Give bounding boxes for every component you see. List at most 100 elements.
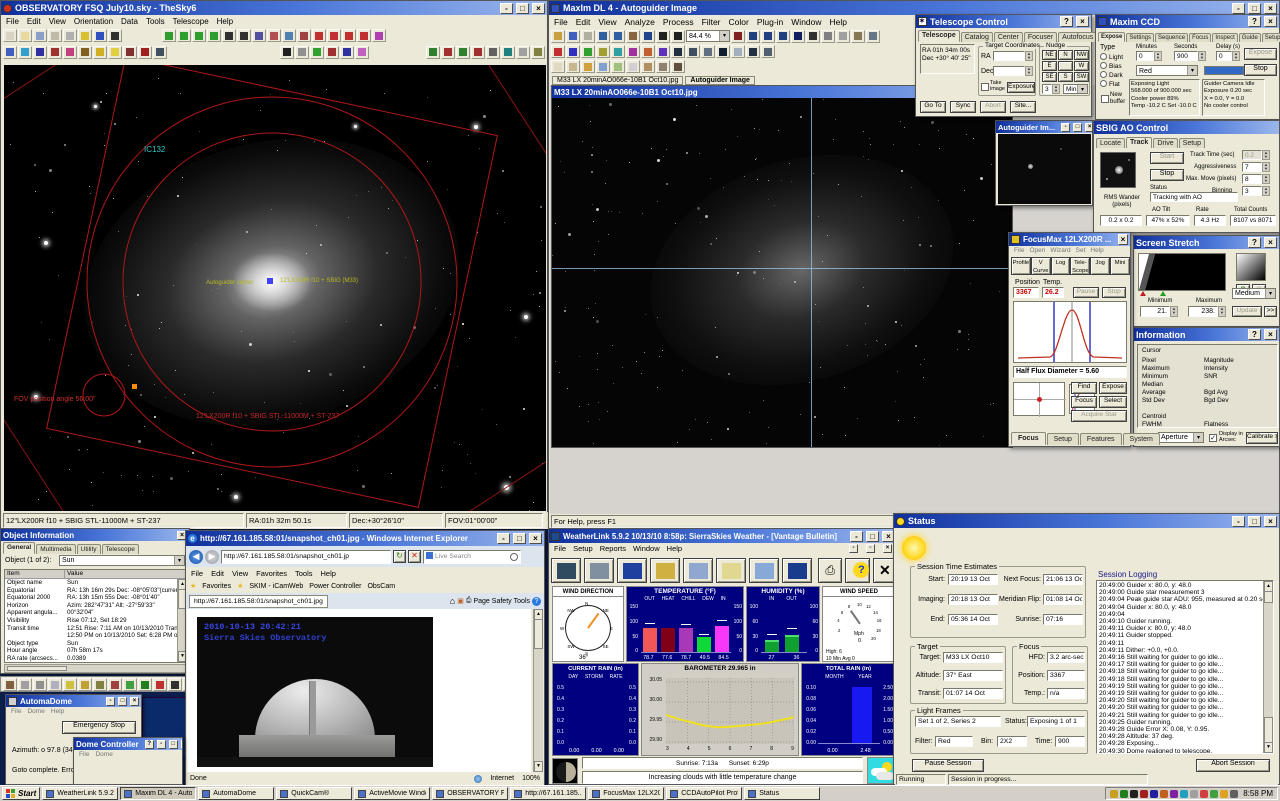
pause-session-button[interactable]: Pause Session <box>912 759 984 772</box>
close-icon[interactable]: × <box>1264 516 1277 527</box>
type-radio[interactable]: Light <box>1100 53 1123 62</box>
toolbar-button[interactable] <box>617 558 647 583</box>
domectrl-titlebar[interactable]: Dome Controller ?-□× <box>74 738 182 750</box>
toolbar-icon[interactable] <box>297 29 311 42</box>
close-icon[interactable]: × <box>1085 123 1092 132</box>
session-log-list[interactable]: 20:49:00 Guider x: 80.0, y: 48.020:49:00… <box>1096 580 1274 754</box>
menu-item[interactable]: View <box>49 17 66 26</box>
menu-item[interactable]: Help <box>321 569 336 578</box>
ra-spinner[interactable]: ▲▼ <box>1025 51 1033 61</box>
nudge-amount[interactable]: 3 <box>1042 84 1052 94</box>
menu-item[interactable]: Wizard <box>1050 247 1070 254</box>
stretch-titlebar[interactable]: Screen Stretch ?× <box>1134 236 1279 249</box>
toolbar-icon[interactable] <box>295 46 309 59</box>
ccd-titlebar[interactable]: Maxim CCD ?× <box>1096 15 1279 28</box>
table-row[interactable]: Transit time 12:51 Rise: 7:11 AM on 10/1… <box>5 625 187 633</box>
object-select[interactable]: Sun <box>59 555 185 566</box>
thesky6-titlebar[interactable]: OBSERVATORY FSQ July10.sky - TheSky6 -□× <box>1 1 547 15</box>
tab[interactable]: System <box>1123 433 1160 445</box>
maximize-icon[interactable]: □ <box>866 531 879 542</box>
toolbar-icon[interactable] <box>641 30 655 43</box>
menu-item[interactable]: File <box>11 708 21 715</box>
menu-item[interactable]: Dome <box>27 708 44 715</box>
toolbar-icon[interactable] <box>18 46 32 59</box>
target-dec-input[interactable] <box>993 66 1025 76</box>
display-arcsec-checkbox[interactable] <box>1209 434 1217 442</box>
address-input[interactable]: http://67.161.185.58:01/snapshot_ch01.jp <box>221 550 391 564</box>
nudge-button[interactable]: NE <box>1042 50 1057 60</box>
min-marker-icon[interactable] <box>1140 291 1146 296</box>
column-value[interactable]: Value <box>65 570 83 578</box>
autoguider-titlebar[interactable]: Autoguider Im... -□× <box>996 121 1092 133</box>
help-icon[interactable]: ? <box>1248 16 1261 27</box>
toolbar-button[interactable] <box>749 558 779 583</box>
toolbar-icon[interactable] <box>641 45 655 58</box>
close-icon[interactable]: × <box>1118 234 1128 245</box>
clock[interactable]: 8:58 PM <box>1240 789 1273 798</box>
maximize-icon[interactable]: □ <box>1248 3 1261 14</box>
search-input[interactable]: Live Search <box>423 550 521 564</box>
aggressiveness-spinner[interactable]: ▲▼ <box>1262 162 1270 172</box>
toolbar-icon[interactable] <box>78 29 92 42</box>
nudge-button[interactable]: N <box>1058 50 1073 60</box>
close-icon[interactable]: × <box>1264 3 1277 14</box>
close-icon[interactable]: × <box>1264 237 1277 248</box>
toolbar-icon[interactable] <box>282 29 296 42</box>
toolbar-icon[interactable] <box>93 678 107 691</box>
menu-item[interactable]: Set <box>1076 247 1086 254</box>
nudge-button[interactable]: W <box>1074 61 1089 71</box>
find-button[interactable]: Find <box>1071 382 1097 394</box>
select-button[interactable]: Select <box>1099 396 1127 408</box>
focusmax-button[interactable]: Tele- Scope <box>1070 257 1090 275</box>
menu-item[interactable]: Analyze <box>625 17 655 27</box>
toolbar-icon[interactable] <box>33 29 47 42</box>
histogram[interactable] <box>1138 253 1226 291</box>
toolbar-icon[interactable] <box>78 46 92 59</box>
tray-icon[interactable] <box>1190 790 1198 798</box>
menu-item[interactable]: Data <box>121 17 138 26</box>
toolbar-icon[interactable] <box>596 45 610 58</box>
minimize-icon[interactable]: - <box>106 697 115 706</box>
nudge-button[interactable] <box>1058 61 1073 71</box>
close-icon[interactable]: × <box>181 740 182 749</box>
ie-scrollbar[interactable] <box>533 609 543 772</box>
toolbar-icon[interactable] <box>33 678 47 691</box>
toolbar-icon[interactable] <box>611 45 625 58</box>
tab[interactable]: Setup <box>1179 138 1205 148</box>
toolbar-icon[interactable] <box>108 29 122 42</box>
help-icon[interactable]: ? <box>145 740 154 749</box>
focusmax-button[interactable]: Jog <box>1090 257 1110 275</box>
toolbar-icon[interactable] <box>18 678 32 691</box>
menu-item[interactable]: Window <box>791 17 821 27</box>
menu-item[interactable]: Help <box>217 17 233 26</box>
stop-button[interactable]: Stop <box>1244 64 1277 76</box>
doc-tab-autoguider[interactable]: Autoguider Image <box>685 76 755 85</box>
maximize-icon[interactable]: □ <box>169 740 178 749</box>
print-icon[interactable]: ⎙ <box>466 597 472 605</box>
minimize-icon[interactable]: - <box>500 3 513 14</box>
toolbar-icon[interactable] <box>108 46 122 59</box>
toolbar-icon[interactable] <box>866 30 880 43</box>
max-move-spinner[interactable]: ▲▼ <box>1262 174 1270 184</box>
toolbar-icon[interactable] <box>78 678 92 691</box>
forward-icon[interactable]: ▶ <box>205 550 219 564</box>
tab[interactable]: Focus <box>1011 432 1046 445</box>
tab[interactable]: Guide <box>1239 33 1261 42</box>
toolbar-icon[interactable] <box>123 678 137 691</box>
toolbar-icon[interactable] <box>656 45 670 58</box>
table-row[interactable]: RA rate (arcsecs... 0.0389 <box>5 655 187 663</box>
target-ra-input[interactable] <box>993 51 1025 61</box>
maximize-icon[interactable]: □ <box>1073 123 1082 132</box>
emergency-stop-button[interactable]: Emergency Stop <box>62 721 136 734</box>
tab[interactable]: Utility <box>77 544 101 554</box>
sky-chart[interactable]: IC132 Autoguider center 12'LX200R f10 + … <box>4 65 546 511</box>
close-icon[interactable]: × <box>1264 16 1277 27</box>
autoguider-image[interactable] <box>998 134 1091 204</box>
feeds-icon[interactable]: ▣ <box>457 597 464 605</box>
minimum-input[interactable]: 21. <box>1140 306 1170 317</box>
tab[interactable]: General <box>3 542 35 554</box>
tray-icon[interactable] <box>1170 790 1178 798</box>
horizontal-scrollbar[interactable] <box>4 664 188 673</box>
tray-icon[interactable] <box>1140 790 1148 798</box>
toolbar-icon[interactable] <box>761 45 775 58</box>
